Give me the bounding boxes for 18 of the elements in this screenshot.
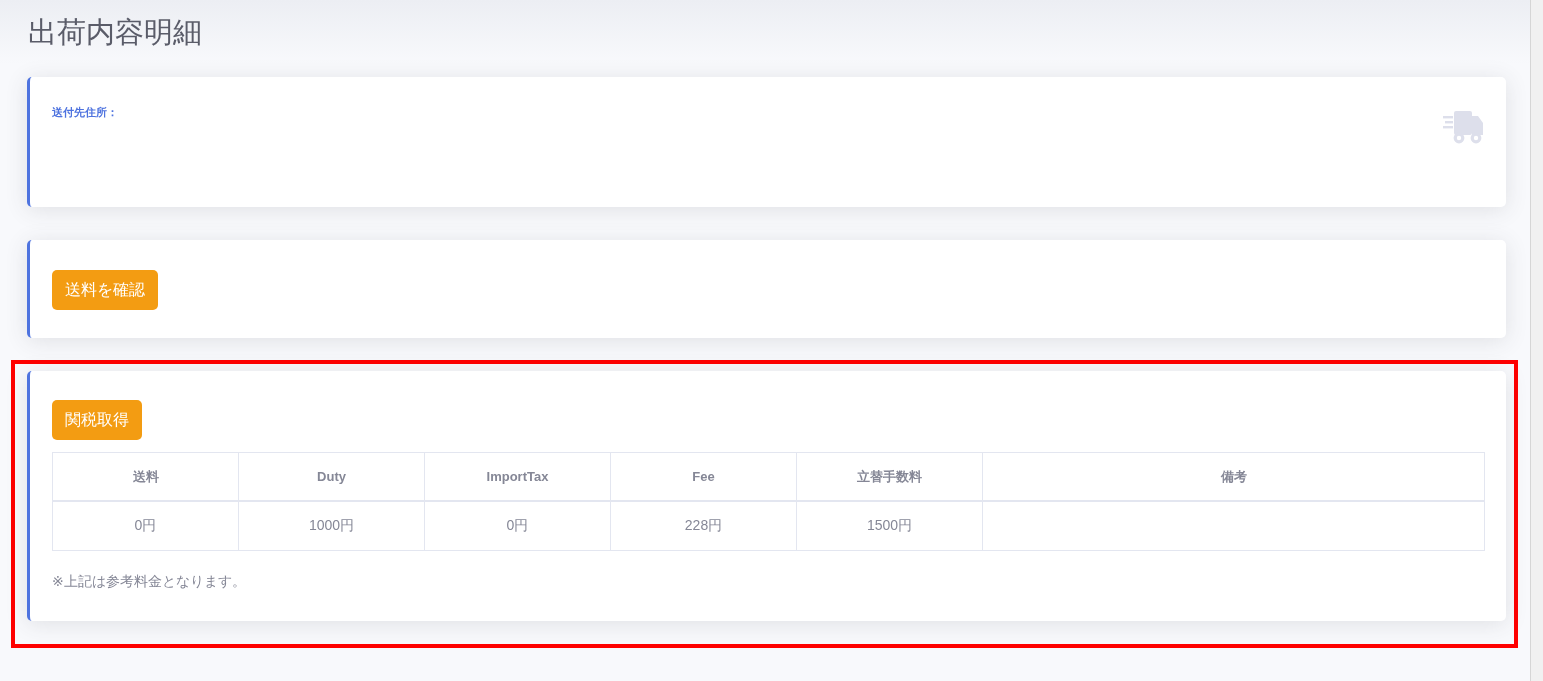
column-header: Duty xyxy=(238,452,425,501)
check-shipping-button[interactable]: 送料を確認 xyxy=(52,270,158,310)
table-cell: 1000円 xyxy=(238,501,425,551)
column-header: 備考 xyxy=(982,452,1485,501)
column-header: Fee xyxy=(610,452,797,501)
page-title: 出荷内容明細 xyxy=(28,15,203,50)
table-cell: 1500円 xyxy=(796,501,983,551)
column-header: 送料 xyxy=(52,452,239,501)
scrollbar[interactable] xyxy=(1530,0,1543,681)
table-cell: 0円 xyxy=(424,501,611,551)
column-header: 立替手数料 xyxy=(796,452,983,501)
address-label: 送付先住所： xyxy=(52,105,118,119)
truck-icon xyxy=(1443,111,1485,144)
note-text: ※上記は参考料金となります。 xyxy=(52,572,247,591)
get-duty-button[interactable]: 関税取得 xyxy=(52,400,142,440)
column-header: ImportTax xyxy=(424,452,611,501)
table-cell: 228円 xyxy=(610,501,797,551)
table-cell: 0円 xyxy=(52,501,239,551)
